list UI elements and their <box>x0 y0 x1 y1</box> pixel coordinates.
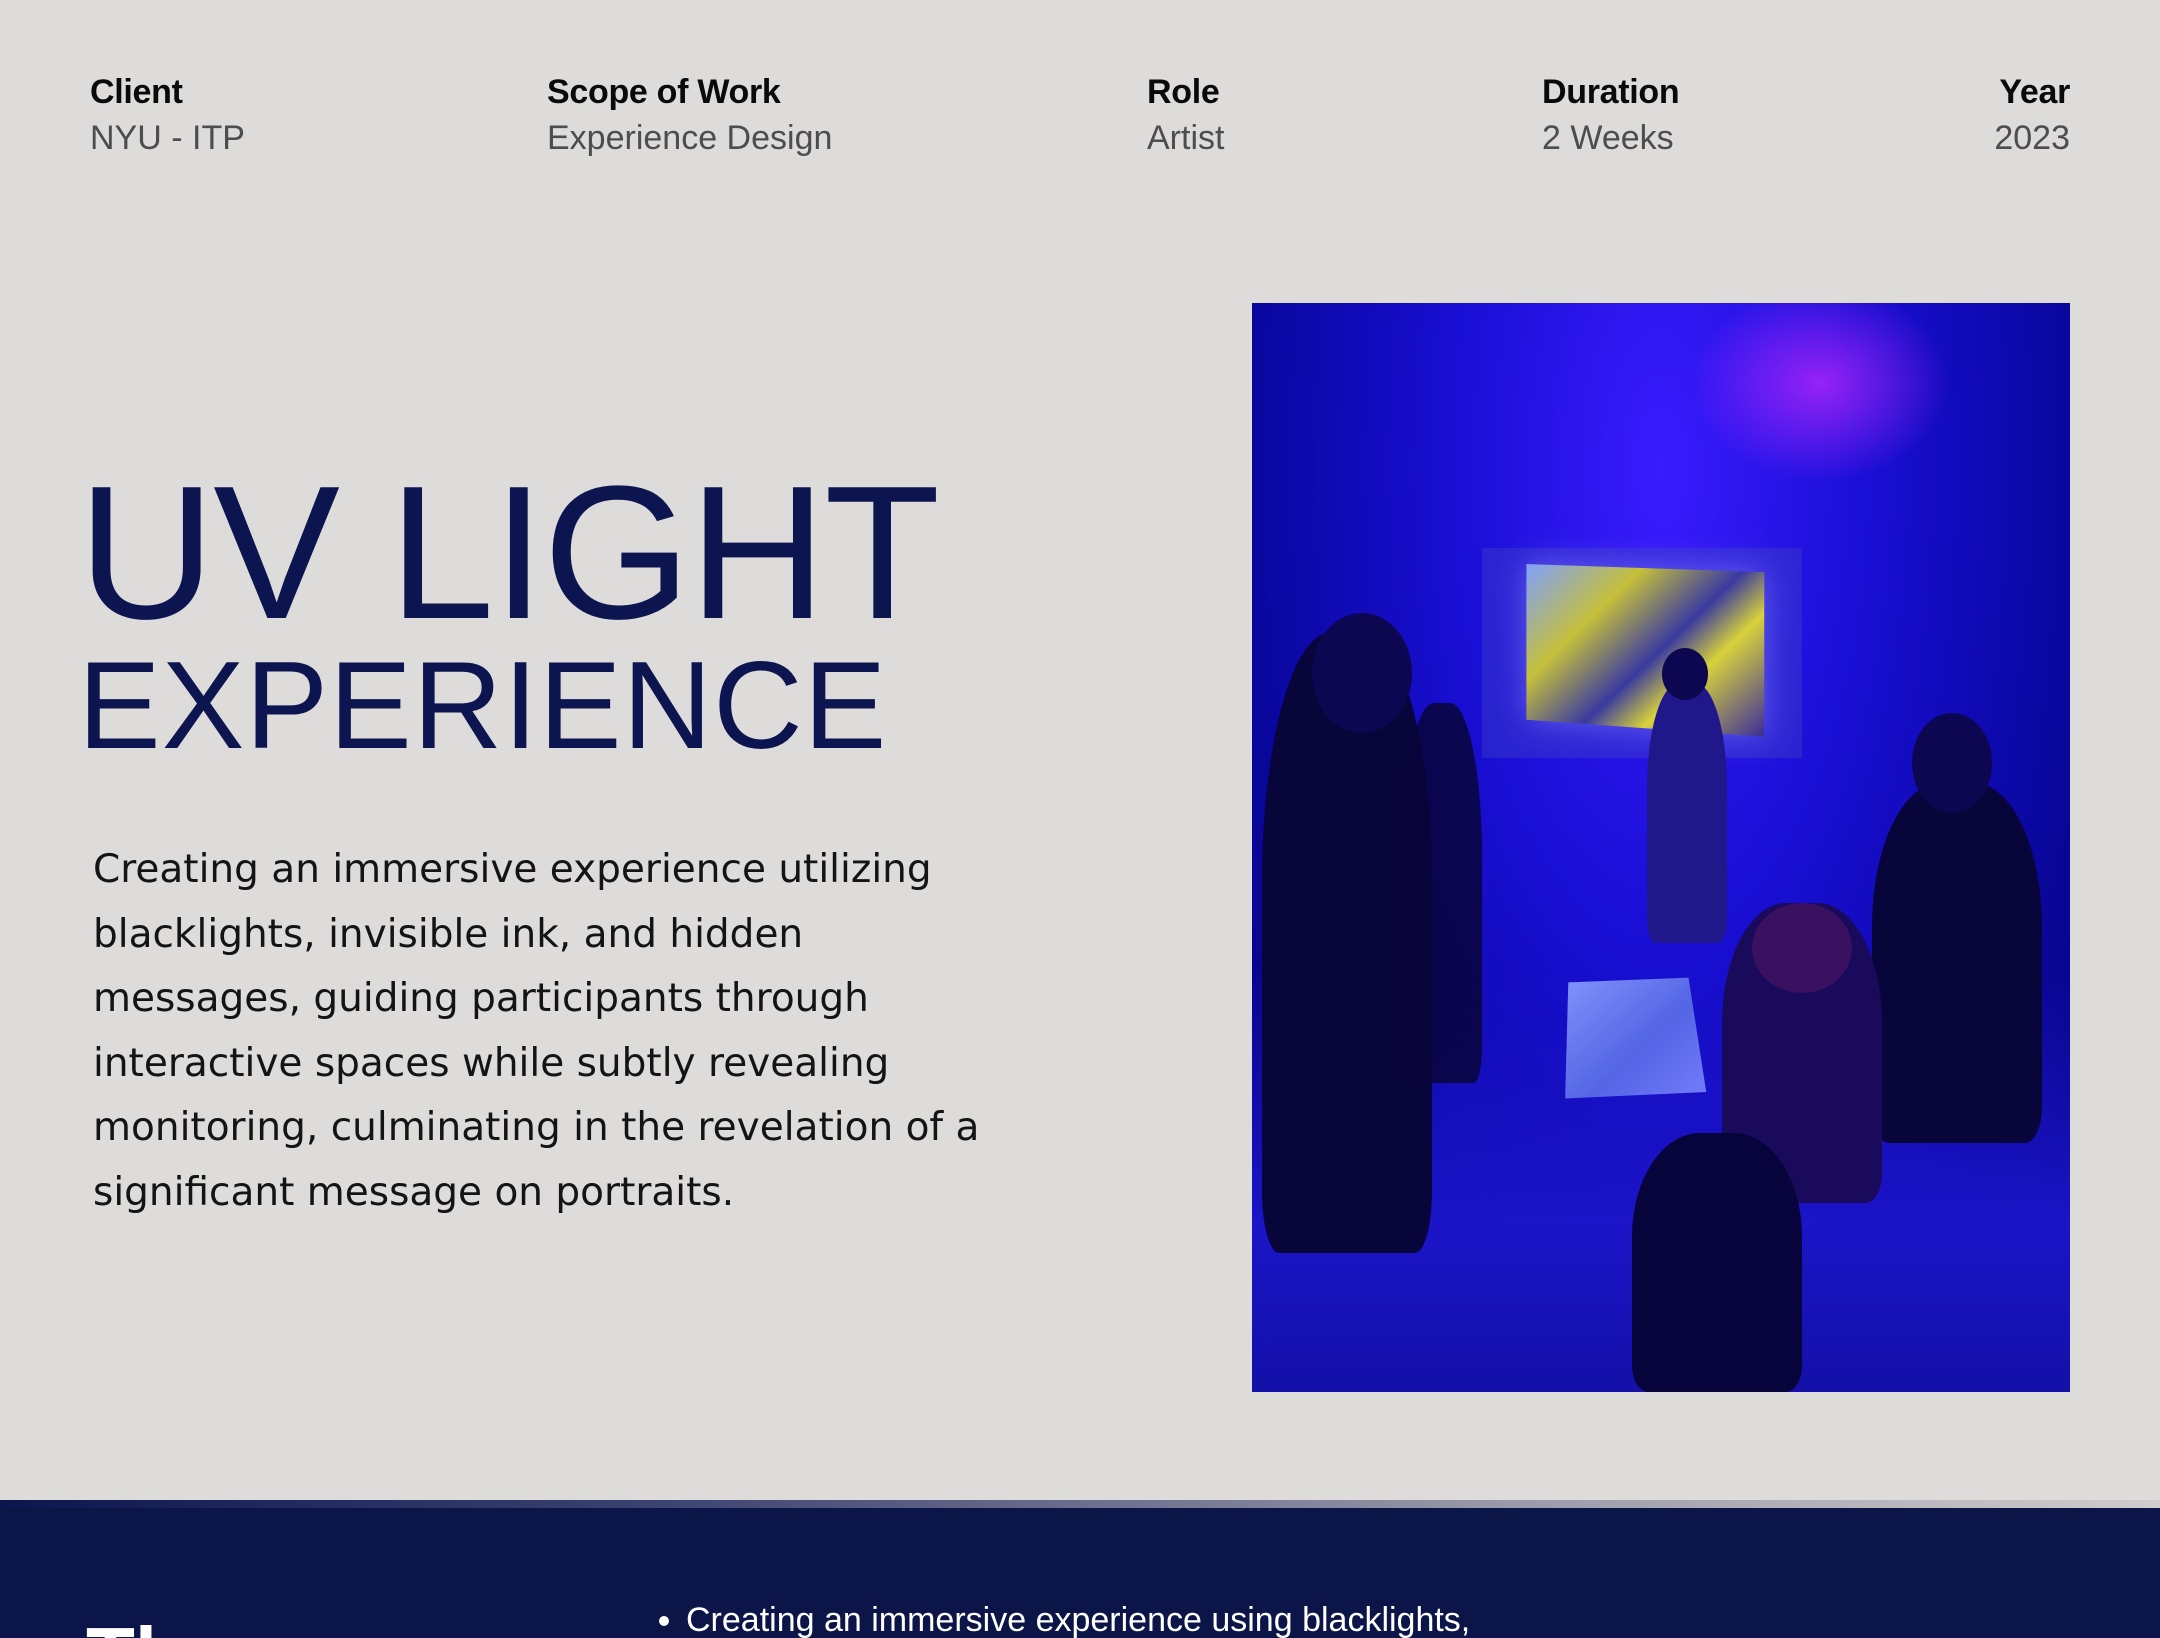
meta-year: Year 2023 <box>1994 70 2070 162</box>
meta-role: Role Artist <box>1147 70 1224 162</box>
list-item: Creating an immersive experience using b… <box>686 1598 1470 1638</box>
photo-projected-painting <box>1526 564 1765 737</box>
photo-person-head <box>1912 713 1992 813</box>
photo-light-glow <box>1690 303 1950 483</box>
photo-person <box>1872 783 2042 1143</box>
meta-duration: Duration 2 Weeks <box>1542 70 1680 162</box>
photo-person <box>1647 683 1727 943</box>
photo-person <box>1402 703 1482 1083</box>
meta-scope-label: Scope of Work <box>547 73 781 111</box>
photo-person-head <box>1312 613 1412 733</box>
footer-bullet-list: Creating an immersive experience using b… <box>650 1598 1470 1638</box>
meta-client-value: NYU - ITP <box>90 119 245 157</box>
photo-person-head <box>1752 903 1852 993</box>
footer-section: Th Creating an immersive experience usin… <box>0 1508 2160 1638</box>
uv-room-photo <box>1252 303 2070 1392</box>
meta-duration-label: Duration <box>1542 73 1680 111</box>
photo-floor-paper <box>1565 977 1707 1099</box>
hero-description: Creating an immersive experience utilizi… <box>93 847 980 1215</box>
photo-person <box>1632 1133 1802 1392</box>
meta-role-value: Artist <box>1147 119 1225 157</box>
hero-subtitle: EXPERIENCE <box>78 637 888 775</box>
section-divider <box>0 1500 2160 1508</box>
hero-title: UV LIGHT <box>78 447 940 659</box>
photo-person-head <box>1662 648 1708 700</box>
meta-year-label: Year <box>1999 73 2070 111</box>
meta-duration-value: 2 Weeks <box>1542 119 1674 157</box>
meta-year-value: 2023 <box>1994 119 2070 157</box>
meta-scope: Scope of Work Experience Design <box>547 70 832 162</box>
meta-role-label: Role <box>1147 73 1220 111</box>
meta-scope-value: Experience Design <box>547 119 833 157</box>
footer-heading: Th <box>86 1616 184 1638</box>
meta-client: Client NYU - ITP <box>90 70 245 162</box>
meta-client-label: Client <box>90 73 183 111</box>
